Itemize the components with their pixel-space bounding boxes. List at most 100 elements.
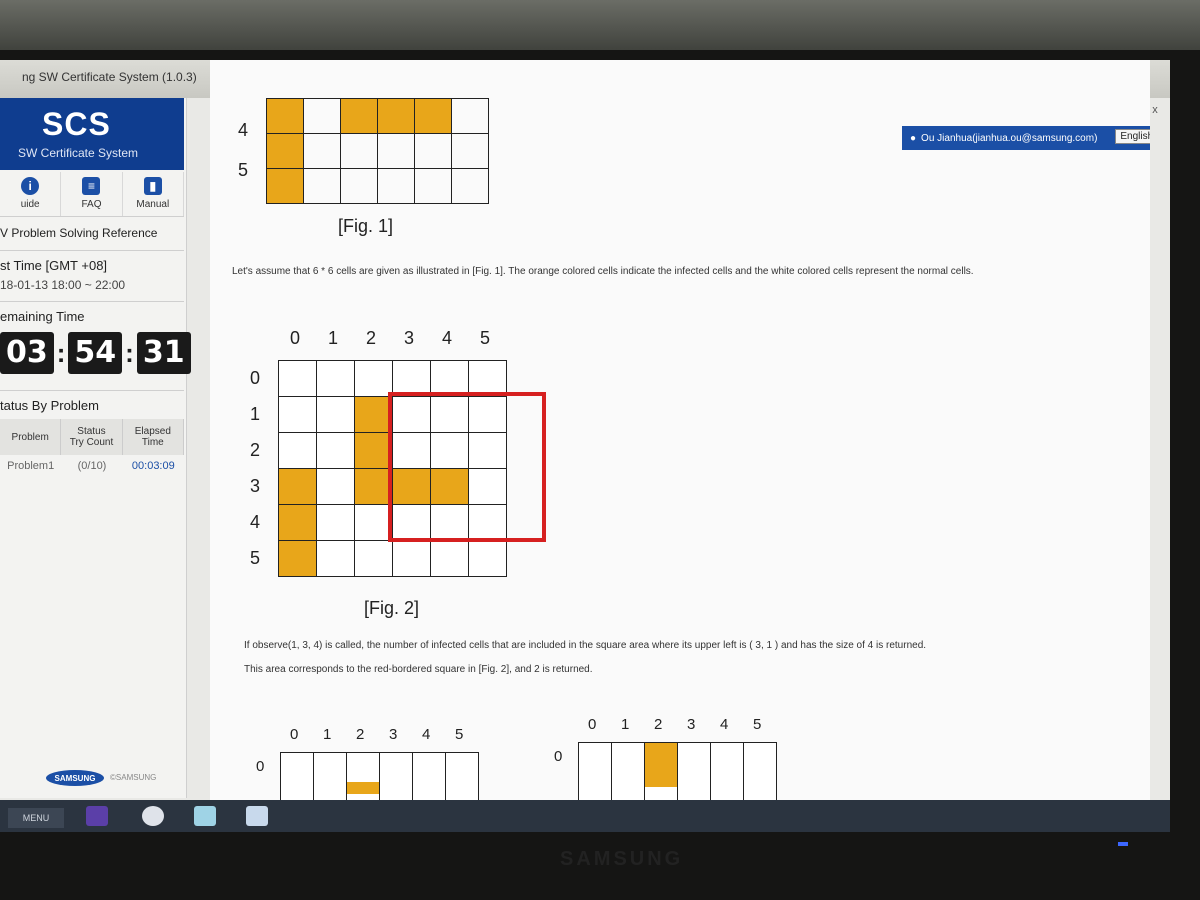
grid-cell [743,742,777,804]
remaining-timer: 03 : 54 : 31 [0,332,191,374]
copyright: ©SAMSUNG [110,773,157,782]
grid-cell [412,752,446,805]
mini-row-label: 0 [256,758,265,775]
user-icon: ● [910,132,917,144]
timer-minutes: 54 [68,332,123,374]
divider [0,301,184,302]
samsung-logo: SAMSUNG [46,770,104,786]
grid-cell [578,742,612,804]
mini-col-label: 4 [422,726,431,743]
problem-name[interactable]: Problem1 [0,460,61,472]
screen: ng SW Certificate System (1.0.3) SCS SW … [0,60,1170,805]
menu-button[interactable]: MENU [8,808,64,828]
mini-col-label: 1 [621,716,630,733]
test-time-label: st Time [GMT +08] [0,258,108,273]
timer-hours: 03 [0,332,54,374]
status-row[interactable]: Problem1 (0/10) 00:03:09 [0,460,184,472]
grid-cell [677,742,711,804]
grid-cell-infected [645,743,677,787]
grid-cell [710,742,744,804]
grid-cell [278,396,317,433]
fig2-row-label: 4 [250,512,261,532]
fig1-row-label: 5 [238,160,249,180]
faq-button[interactable]: ≡ FAQ [61,172,123,216]
info-icon: i [21,177,40,195]
grid-cell [392,540,431,577]
visual-studio-icon[interactable] [86,806,108,826]
reference-link[interactable]: V Problem Solving Reference [0,226,157,240]
fig1-row-label: 4 [238,120,249,140]
grid-cell [280,752,314,805]
fig2-row-label: 5 [250,548,261,568]
logo-title: SCS [42,106,111,142]
guide-button[interactable]: i uide [0,172,62,216]
fig2-col-label: 5 [480,328,491,348]
mini-col-label: 5 [455,726,464,743]
grid-cell [611,742,645,804]
eclipse-icon[interactable] [142,806,164,826]
sidebar: SCS SW Certificate System i uide ≡ FAQ ▮… [0,98,191,798]
mini-col-label: 2 [356,726,365,743]
mini-col-label: 0 [290,726,299,743]
fig2-caption: [Fig. 2] [364,598,420,618]
grid-cell [430,540,469,577]
grid-cell [316,468,355,505]
logo-subtitle: SW Certificate System [18,146,139,160]
grid-cell [316,432,355,469]
highlight-square [388,392,546,542]
manual-icon: ▮ [143,177,162,195]
header-problem: Problem [0,419,62,455]
grid-cell [379,752,413,805]
header-elapsed: Elapsed Time [123,419,184,455]
grid-cell [316,504,355,541]
user-bar: ● Ou Jianhua(jianhua.ou@samsung.com) Eng… [902,126,1150,150]
fig2-col-label: 2 [366,328,377,348]
mini-col-label: 2 [654,716,663,733]
grid-cell [354,540,393,577]
status-table-header: Problem Status Try Count Elapsed Time [0,419,184,455]
window-title: ng SW Certificate System (1.0.3) [22,70,197,84]
app-icon[interactable] [194,806,216,826]
fig2-col-label: 3 [404,328,415,348]
notepad-icon[interactable] [246,806,268,826]
timer-colon: : [56,337,66,368]
elapsed-time: 00:03:09 [131,460,175,472]
grid-cell [445,752,479,805]
grid-cell [316,360,355,397]
timer-seconds: 31 [136,332,191,374]
paragraph-result: This area corresponds to the red-bordere… [244,664,593,675]
paragraph-observe: If observe(1, 3, 4) is called, the numbe… [244,640,927,651]
taskbar: MENU [0,800,1170,832]
language-select[interactable]: English ▾ [1115,129,1150,144]
mini-col-label: 5 [753,716,762,733]
grid-cell [316,540,355,577]
mini-row-label: 0 [554,748,563,765]
grid-cell [278,432,317,469]
fig2-col-label: 1 [328,328,339,348]
scs-logo[interactable]: SCS SW Certificate System [0,98,184,170]
test-time-value: 18-01-13 18:00 ~ 22:00 [0,278,126,292]
mini-col-label: 4 [720,716,729,733]
grid-cell-infected [347,782,379,794]
guide-label: uide [20,199,40,210]
mini-col-label: 3 [389,726,398,743]
manual-button[interactable]: ▮ Manual [123,172,184,216]
divider [0,390,184,391]
fig2-col-label: 4 [442,328,453,348]
timer-colon: : [125,337,134,368]
monitor-brand: SAMSUNG [560,848,684,870]
fig2-col-label: 0 [290,328,301,348]
grid-cell [346,752,380,805]
divider [0,250,184,251]
fig2-row-label: 2 [250,440,261,460]
fig1-caption: [Fig. 1] [338,216,394,236]
problem-content: ● Ou Jianhua(jianhua.ou@samsung.com) Eng… [210,60,1150,805]
fig2-row-label: 1 [250,404,261,424]
user-name: Ou Jianhua(jianhua.ou@samsung.com) [921,132,1098,144]
remaining-time-label: emaining Time [0,309,85,324]
grid-cell [278,360,317,397]
grid-cell [468,540,507,577]
grid-cell [316,396,355,433]
status-by-problem-label: tatus By Problem [0,398,99,413]
mini-col-label: 0 [588,716,597,733]
